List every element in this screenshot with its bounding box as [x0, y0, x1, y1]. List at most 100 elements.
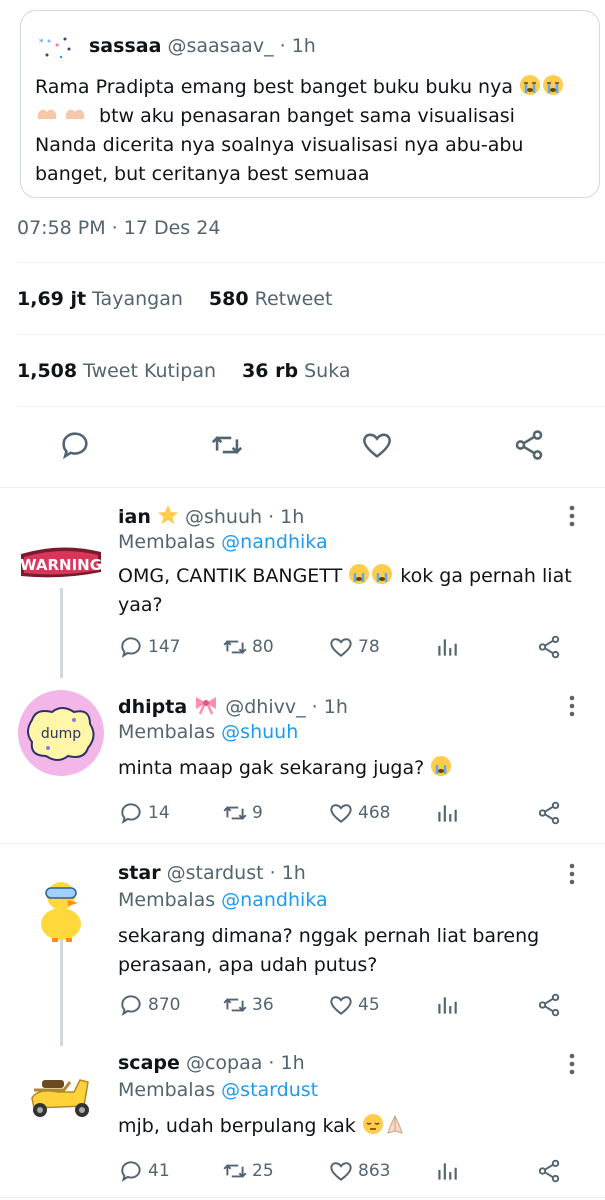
- more-options-icon[interactable]: [567, 1052, 577, 1076]
- reply-time: · 1h: [268, 1052, 305, 1074]
- like-count[interactable]: 863: [328, 1156, 390, 1186]
- crying-face-icon: [349, 564, 393, 584]
- retweet-count[interactable]: 25: [222, 1156, 274, 1186]
- share[interactable]: [536, 798, 562, 828]
- replying-to: Membalas @nandhika: [118, 531, 328, 553]
- reply-tweet[interactable]: WARNING ian @shuuh · 1h Membalas @nandhi…: [0, 500, 605, 676]
- share-icon[interactable]: [512, 428, 546, 462]
- like-icon[interactable]: [360, 428, 394, 462]
- reply-avatar[interactable]: [18, 866, 104, 952]
- more-options-icon[interactable]: [567, 694, 577, 718]
- retweet-icon[interactable]: [222, 800, 248, 826]
- tweet-actions: [0, 420, 605, 470]
- share-icon[interactable]: [536, 992, 562, 1018]
- like-icon[interactable]: [328, 1158, 354, 1184]
- quoted-text-line1: Rama Pradipta emang best banget buku buk…: [35, 76, 513, 98]
- reply-count[interactable]: 870: [118, 990, 180, 1020]
- reply-count[interactable]: 41: [118, 1156, 170, 1186]
- more-options-icon[interactable]: [567, 504, 577, 528]
- reply-handle[interactable]: @stardust: [167, 862, 264, 884]
- share-icon[interactable]: [536, 1158, 562, 1184]
- reply-avatar[interactable]: [18, 1050, 104, 1136]
- reply-handle[interactable]: @copaa: [186, 1052, 262, 1074]
- like-icon[interactable]: [328, 800, 354, 826]
- reply-count[interactable]: 147: [118, 632, 180, 662]
- retweet-icon[interactable]: [210, 428, 244, 462]
- reply-icon[interactable]: [118, 800, 144, 826]
- analytics[interactable]: [434, 990, 460, 1020]
- like-count[interactable]: 45: [328, 990, 380, 1020]
- quoted-handle[interactable]: @saasaav_: [167, 35, 273, 57]
- reply-name[interactable]: scape: [118, 1052, 180, 1074]
- retweet-icon[interactable]: [222, 992, 248, 1018]
- retweet-count[interactable]: 80: [222, 632, 274, 662]
- reply-tweet[interactable]: star @stardust · 1h Membalas @nandhika s…: [0, 858, 605, 1038]
- reply-avatar[interactable]: WARNING: [18, 518, 104, 604]
- reply-icon[interactable]: [118, 992, 144, 1018]
- replying-to-link[interactable]: @stardust: [221, 1079, 318, 1101]
- reply-icon[interactable]: [58, 428, 92, 462]
- reply-handle[interactable]: @shuuh: [185, 506, 262, 528]
- like-count[interactable]: 78: [328, 632, 380, 662]
- replying-to-link[interactable]: @nandhika: [221, 531, 327, 553]
- reply-tweet[interactable]: scape @copaa · 1h Membalas @stardust mjb…: [0, 1050, 605, 1200]
- reply-text: OMG, CANTIK BANGETT kok ga pernah liat y…: [118, 564, 572, 616]
- views-stat[interactable]: 1,69 jt Tayangan: [17, 288, 203, 310]
- svg-text:dump: dump: [41, 726, 81, 742]
- reply-avatar[interactable]: dump: [18, 690, 104, 776]
- reply-name[interactable]: ian: [118, 506, 151, 528]
- divider: [17, 334, 605, 335]
- quoted-text-line2: btw aku penasaran banget sama visualisas…: [99, 105, 515, 127]
- retweets-stat[interactable]: 580 Retweet: [209, 288, 353, 310]
- quoted-text: Rama Pradipta emang best banget buku buk…: [35, 73, 580, 189]
- share-icon[interactable]: [536, 634, 562, 660]
- likes-stat[interactable]: 36 rb Suka: [242, 360, 370, 382]
- folded-hands-icon: [387, 1114, 403, 1134]
- reply-name[interactable]: dhipta: [118, 696, 187, 718]
- share[interactable]: [536, 1156, 562, 1186]
- quoted-header: sassaa @saasaav_ · 1h: [89, 35, 316, 57]
- analytics-icon[interactable]: [434, 634, 460, 660]
- replying-to-link[interactable]: @shuuh: [221, 721, 298, 743]
- reply-tweet[interactable]: dump dhipta @dhivv_ · 1h Membalas @shuuh…: [0, 690, 605, 840]
- reply-icon[interactable]: [118, 634, 144, 660]
- ribbon-icon: [196, 697, 217, 715]
- like-count[interactable]: 468: [328, 798, 390, 828]
- more-options-icon[interactable]: [567, 862, 577, 886]
- analytics-icon[interactable]: [434, 1158, 460, 1184]
- analytics[interactable]: [434, 632, 460, 662]
- share[interactable]: [536, 990, 562, 1020]
- reply-name[interactable]: star: [118, 862, 161, 884]
- retweet-icon[interactable]: [222, 1158, 248, 1184]
- tweet-timestamp[interactable]: 07:58 PM · 17 Des 24: [17, 217, 220, 239]
- reply-text: sekarang dimana? nggak pernah liat baren…: [118, 925, 540, 976]
- like-icon[interactable]: [328, 992, 354, 1018]
- analytics[interactable]: [434, 798, 460, 828]
- share[interactable]: [536, 632, 562, 662]
- quoted-time: · 1h: [279, 35, 316, 57]
- retweet-count[interactable]: 36: [222, 990, 274, 1020]
- quote-tweets-stat[interactable]: 1,508 Tweet Kutipan: [17, 360, 236, 382]
- analytics-icon[interactable]: [434, 992, 460, 1018]
- divider: [0, 843, 605, 844]
- reply-header: scape @copaa · 1h: [118, 1052, 305, 1074]
- reply-count[interactable]: 14: [118, 798, 170, 828]
- reply-metrics: 870 36 45: [118, 990, 578, 1020]
- retweet-count[interactable]: 9: [222, 798, 263, 828]
- quoted-name[interactable]: sassaa: [89, 35, 161, 57]
- svg-text:WARNING: WARNING: [20, 556, 102, 574]
- reply-icon[interactable]: [118, 1158, 144, 1184]
- reply-text: minta maap gak sekarang juga?: [118, 754, 588, 783]
- analytics[interactable]: [434, 1156, 460, 1186]
- reply-header: dhipta @dhivv_ · 1h: [118, 694, 348, 718]
- crying-face-icon: [431, 756, 452, 776]
- replying-to-link[interactable]: @nandhika: [221, 889, 327, 911]
- quoted-tweet-card[interactable]: * sassaa @saasaav_ · 1h Rama Pradipta em…: [20, 10, 600, 198]
- retweet-icon[interactable]: [222, 634, 248, 660]
- quoted-avatar[interactable]: *: [35, 33, 75, 63]
- share-icon[interactable]: [536, 800, 562, 826]
- analytics-icon[interactable]: [434, 800, 460, 826]
- reply-handle[interactable]: @dhivv_: [225, 696, 305, 718]
- divider: [0, 1197, 605, 1198]
- like-icon[interactable]: [328, 634, 354, 660]
